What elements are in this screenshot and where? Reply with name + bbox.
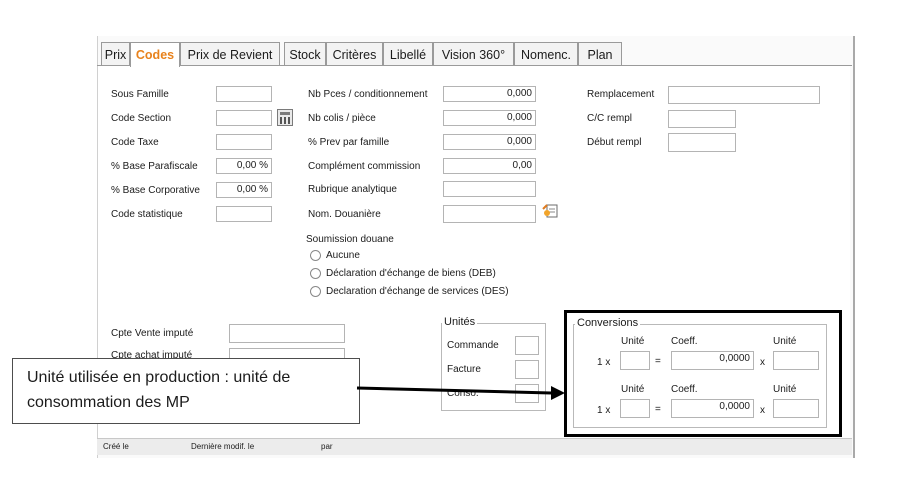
debut-rempl-label: Début rempl [587, 137, 642, 148]
annotation-callout: Unité utilisée en production : unité de … [12, 358, 360, 424]
commande-field[interactable] [515, 336, 539, 355]
derniere-modif-label: Dernière modif. le [191, 442, 255, 451]
radio-des[interactable] [310, 286, 321, 297]
tab-plan[interactable]: Plan [578, 42, 622, 66]
cpte-vente-field[interactable] [229, 324, 345, 343]
base-parafiscale-label: % Base Parafiscale [111, 161, 198, 172]
tab-bar: Prix Codes Prix de Revient Stock Critère… [97, 42, 852, 67]
rubrique-analytique-label: Rubrique analytique [308, 184, 397, 195]
tab-stock[interactable]: Stock [284, 42, 326, 66]
base-corporative-label: % Base Corporative [111, 185, 200, 196]
tab-vision-360[interactable]: Vision 360° [433, 42, 514, 66]
nom-douaniere-label: Nom. Douanière [308, 209, 381, 220]
nb-colis-label: Nb colis / pièce [308, 113, 376, 124]
facture-field[interactable] [515, 360, 539, 379]
radio-des-label: Declaration d'échange de services (DES) [326, 286, 509, 297]
document-lookup-icon[interactable] [542, 203, 559, 220]
base-parafiscale-field[interactable]: 0,00 % [216, 158, 272, 174]
radio-aucune[interactable] [310, 250, 321, 261]
code-taxe-label: Code Taxe [111, 137, 159, 148]
tab-codes[interactable]: Codes [130, 42, 180, 67]
base-corporative-field[interactable]: 0,00 % [216, 182, 272, 198]
callout-arrow [356, 386, 565, 400]
debut-rempl-field[interactable] [668, 133, 736, 152]
rubrique-analytique-field[interactable] [443, 181, 536, 197]
cc-rempl-label: C/C rempl [587, 113, 633, 124]
complement-commission-label: Complément commission [308, 161, 421, 172]
complement-commission-field[interactable]: 0,00 [443, 158, 536, 174]
nb-pces-field[interactable]: 0,000 [443, 86, 536, 102]
remplacement-field[interactable] [668, 86, 820, 104]
soumission-douane-title: Soumission douane [306, 234, 394, 245]
code-section-field[interactable] [216, 110, 272, 126]
tab-prix[interactable]: Prix [101, 42, 130, 66]
calculator-icon[interactable] [277, 109, 293, 126]
nb-colis-field[interactable]: 0,000 [443, 110, 536, 126]
code-statistique-field[interactable] [216, 206, 272, 222]
radio-deb-label: Déclaration d'échange de biens (DEB) [326, 268, 496, 279]
facture-label: Facture [447, 364, 481, 375]
unites-title: Unités [442, 316, 478, 328]
cc-rempl-field[interactable] [668, 110, 736, 128]
nom-douaniere-field[interactable] [443, 205, 536, 223]
tab-prix-de-revient[interactable]: Prix de Revient [180, 42, 280, 66]
conversions-highlight-frame [564, 310, 842, 437]
callout-line-2: consommation des MP [27, 394, 190, 411]
callout-line-1: Unité utilisée en production : unité de [27, 369, 291, 386]
remplacement-label: Remplacement [587, 89, 655, 100]
sous-famille-field[interactable] [216, 86, 272, 102]
prev-famille-label: % Prev par famille [308, 137, 390, 148]
nb-pces-label: Nb Pces / conditionnement [308, 89, 428, 100]
prev-famille-field[interactable]: 0,000 [443, 134, 536, 150]
par-label: par [321, 442, 333, 451]
tab-libelle[interactable]: Libellé [383, 42, 433, 66]
tab-criteres[interactable]: Critères [326, 42, 383, 66]
code-section-label: Code Section [111, 113, 172, 124]
commande-label: Commande [447, 340, 499, 351]
code-taxe-field[interactable] [216, 134, 272, 150]
tab-nomenc[interactable]: Nomenc. [514, 42, 578, 66]
status-bar: Créé le Dernière modif. le par [97, 438, 852, 455]
code-statistique-label: Code statistique [111, 209, 183, 220]
cree-le-label: Créé le [103, 442, 129, 451]
sous-famille-label: Sous Famille [111, 89, 169, 100]
cpte-vente-label: Cpte Vente imputé [111, 328, 194, 339]
radio-deb[interactable] [310, 268, 321, 279]
radio-aucune-label: Aucune [326, 250, 360, 261]
